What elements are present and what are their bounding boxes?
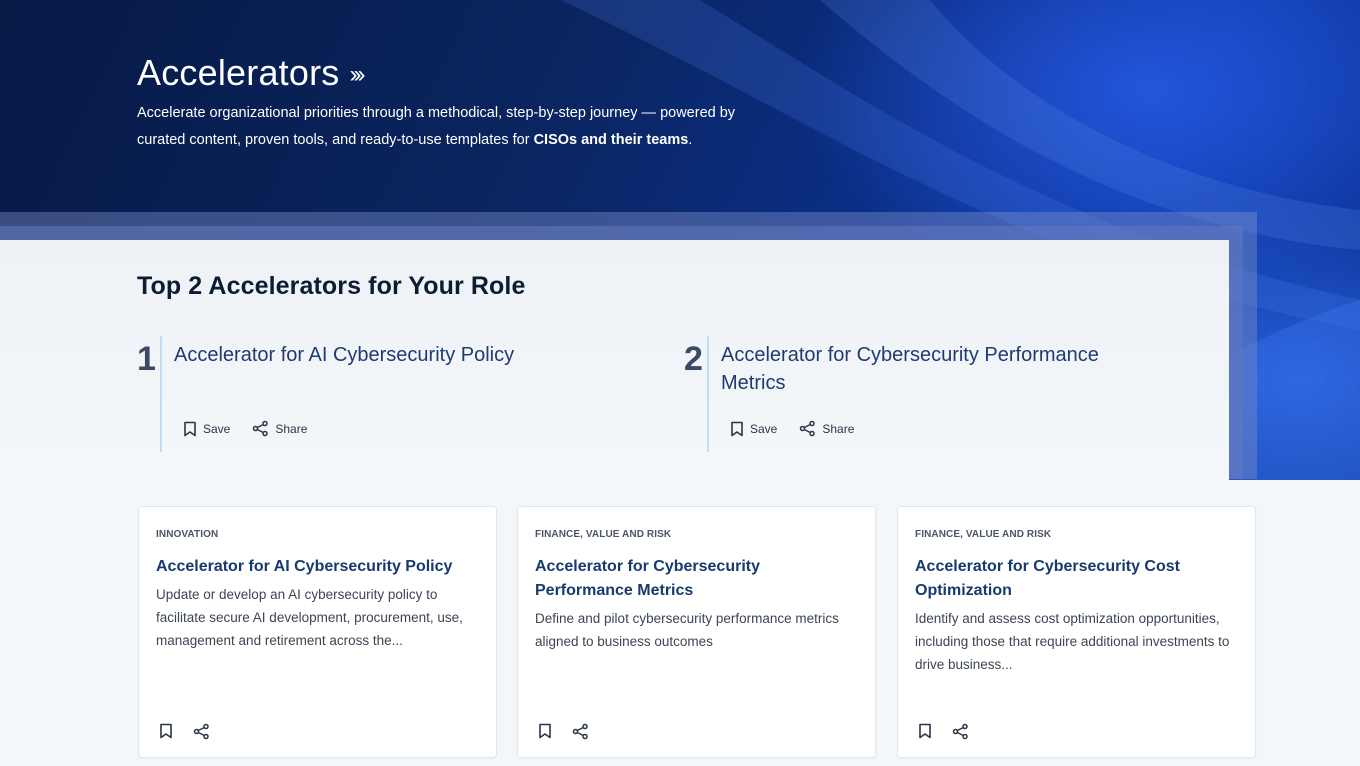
rank-number: 1 [137, 340, 156, 378]
card-actions [159, 723, 210, 740]
bookmark-icon [184, 421, 196, 436]
share-icon [253, 420, 269, 437]
hero-description: Accelerate organizational priorities thr… [137, 105, 736, 148]
share-icon[interactable] [952, 723, 969, 740]
top-item-title-link[interactable]: Accelerator for AI Cybersecurity Policy [174, 341, 514, 369]
card-description: Update or develop an AI cybersecurity po… [156, 587, 463, 648]
bookmark-icon[interactable] [538, 723, 552, 739]
card-actions [918, 723, 969, 740]
divider [707, 336, 709, 452]
top-item-title-link[interactable]: Accelerator for Cybersecurity Performanc… [721, 341, 1161, 397]
card-category: FINANCE, VALUE AND RISK [915, 529, 1052, 540]
top-item-actions: Save Share [183, 420, 307, 437]
rank-number: 2 [684, 340, 703, 378]
share-icon[interactable] [572, 723, 589, 740]
share-button[interactable]: Share [799, 420, 854, 437]
card-title-link[interactable]: Accelerator for AI Cybersecurity Policy [156, 555, 476, 579]
card-category: FINANCE, VALUE AND RISK [535, 529, 672, 540]
chevrons-icon: ››› [349, 61, 365, 88]
page-title: Accelerators ››› [137, 52, 365, 93]
divider [160, 336, 162, 452]
card-description: Identify and assess cost optimization op… [915, 611, 1230, 672]
section-title: Top 2 Accelerators for Your Role [137, 272, 526, 300]
accelerator-card[interactable]: INNOVATION Accelerator for AI Cybersecur… [138, 506, 497, 758]
card-description: Define and pilot cybersecurity performan… [535, 611, 839, 649]
share-icon[interactable] [193, 723, 210, 740]
card-actions [538, 723, 589, 740]
top-item-1: 1 Accelerator for AI Cybersecurity Polic… [137, 336, 637, 452]
bookmark-icon [731, 421, 743, 436]
bookmark-icon[interactable] [159, 723, 173, 739]
top-item-2: 2 Accelerator for Cybersecurity Performa… [684, 336, 1164, 452]
accelerator-card[interactable]: FINANCE, VALUE AND RISK Accelerator for … [897, 506, 1256, 758]
share-button[interactable]: Share [252, 420, 307, 437]
card-title-link[interactable]: Accelerator for Cybersecurity Cost Optim… [915, 555, 1235, 603]
save-button[interactable]: Save [730, 420, 777, 437]
card-category: INNOVATION [156, 529, 219, 540]
card-title-link[interactable]: Accelerator for Cybersecurity Performanc… [535, 555, 855, 603]
save-button[interactable]: Save [183, 420, 230, 437]
bookmark-icon[interactable] [918, 723, 932, 739]
accelerator-card[interactable]: FINANCE, VALUE AND RISK Accelerator for … [517, 506, 876, 758]
share-icon [800, 420, 816, 437]
top-item-actions: Save Share [730, 420, 854, 437]
